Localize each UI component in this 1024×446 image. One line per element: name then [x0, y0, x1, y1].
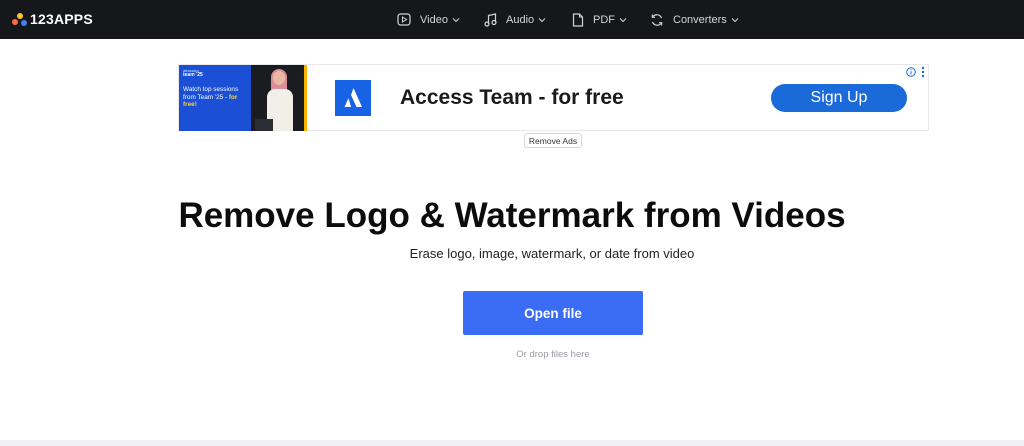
- chevron-down-icon: [452, 17, 460, 22]
- ad-sign-up-button[interactable]: Sign Up: [771, 84, 907, 112]
- nav-item-label: PDF: [593, 13, 615, 26]
- nav-item-pdf[interactable]: PDF: [572, 0, 627, 39]
- ad-headline: Access Team - for free: [400, 86, 624, 109]
- nav-item-label: Video: [420, 13, 448, 26]
- brand-name: 123APPS: [30, 11, 93, 27]
- nav-item-video[interactable]: Video: [397, 0, 460, 39]
- page-subtitle: Erase logo, image, watermark, or date fr…: [409, 246, 695, 261]
- nav-item-audio[interactable]: Audio: [484, 0, 546, 39]
- drop-files-hint: Or drop files here: [516, 349, 590, 360]
- top-nav-bar: 123APPS Video Audio PDF Converters: [0, 0, 1024, 39]
- document-icon: [572, 12, 584, 27]
- ad-thumb-event: team '25: [183, 72, 203, 78]
- chevron-down-icon: [538, 17, 546, 22]
- chevron-down-icon: [731, 17, 739, 22]
- more-vertical-icon[interactable]: [920, 66, 926, 78]
- brand-logo[interactable]: 123APPS: [12, 10, 93, 28]
- logo-dots-icon: [12, 11, 28, 27]
- nav-item-label: Converters: [673, 13, 727, 26]
- nav-item-converters[interactable]: Converters: [650, 0, 739, 39]
- nav-item-label: Audio: [506, 13, 535, 26]
- ad-banner[interactable]: atlassian team '25 Watch top sessions fr…: [178, 64, 929, 131]
- chevron-down-icon: [619, 17, 627, 22]
- ad-thumb-caption: Watch top sessions from Team '25 - for f…: [183, 86, 239, 108]
- convert-icon: [651, 13, 663, 26]
- ad-accent-strip: [304, 65, 307, 131]
- ad-thumbnail[interactable]: atlassian team '25 Watch top sessions fr…: [179, 65, 304, 131]
- speaker-head: [273, 71, 285, 85]
- page-title: Remove Logo & Watermark from Videos: [178, 196, 846, 235]
- atlassian-logo-icon: [335, 80, 371, 116]
- info-icon[interactable]: [906, 67, 916, 77]
- music-note-icon: [484, 12, 497, 27]
- remove-ads-button[interactable]: Remove Ads: [524, 133, 582, 148]
- video-icon: [397, 13, 411, 26]
- open-file-button[interactable]: Open file: [463, 291, 643, 335]
- page-bottom-strip: [0, 440, 1024, 446]
- podium: [255, 119, 273, 131]
